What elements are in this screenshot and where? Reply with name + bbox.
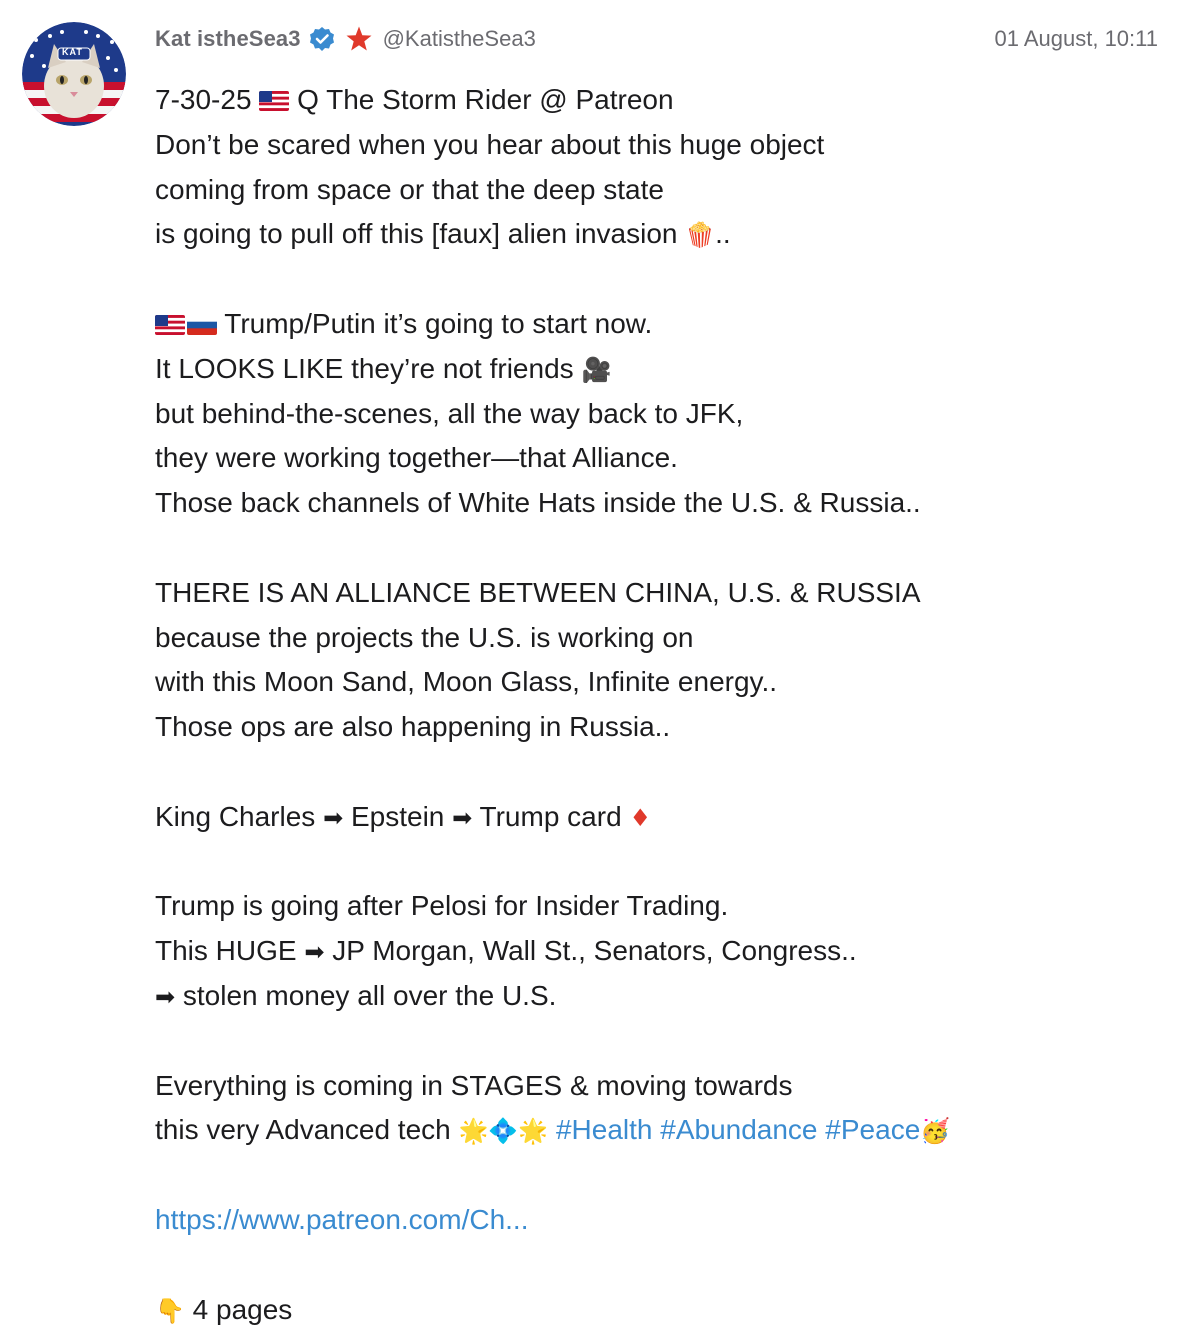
- body-line: Those back channels of White Hats inside…: [155, 487, 921, 519]
- body-text: JP Morgan, Wall St., Senators, Congress.…: [324, 935, 857, 967]
- avatar[interactable]: KAT: [22, 22, 126, 126]
- body-line: because the projects the U.S. is working…: [155, 621, 694, 653]
- body-text: stolen money all over the U.S.: [175, 979, 557, 1011]
- us-flag-icon: [155, 314, 185, 335]
- body-line: Everything is coming in STAGES & moving …: [155, 1069, 793, 1101]
- hashtag-health[interactable]: #Health: [556, 1114, 653, 1145]
- patreon-link[interactable]: https://www.patreon.com/Ch...: [155, 1204, 529, 1235]
- pages-count: 4 pages: [184, 1293, 293, 1325]
- body-line: King Charles ➡ Epstein ➡ Trump card ♦: [155, 795, 1155, 840]
- body-line: Those ops are also happening in Russia..: [155, 711, 671, 743]
- hashtag-abundance[interactable]: #Abundance: [660, 1114, 817, 1145]
- hashtag-peace[interactable]: #Peace: [825, 1114, 920, 1145]
- body-text: Trump card: [472, 800, 630, 832]
- body-line: coming from space or that the deep state: [155, 173, 664, 205]
- body-text: Trump/Putin it’s going to start now.: [217, 307, 653, 339]
- body-text: this very Advanced tech: [155, 1114, 459, 1146]
- body-text: ..: [715, 218, 731, 250]
- movie-camera-emoji-icon: 🎥: [581, 355, 612, 384]
- sparkle-star-emoji-icon: 🌟💠🌟: [458, 1117, 549, 1146]
- right-arrow-icon: ➡: [323, 803, 344, 832]
- pointing-down-emoji-icon: 👇: [155, 1296, 185, 1325]
- popcorn-emoji-icon: 🍿: [685, 221, 716, 250]
- body-text: It LOOKS LIKE they’re not friends: [155, 352, 582, 384]
- right-arrow-icon: ➡: [155, 982, 176, 1011]
- body-text: Epstein: [343, 800, 453, 832]
- right-arrow-icon: ➡: [452, 803, 473, 832]
- body-line: ➡ stolen money all over the U.S.: [155, 974, 1155, 1019]
- body-line: but behind-the-scenes, all the way back …: [155, 397, 744, 429]
- body-line: It LOOKS LIKE they’re not friends 🎥: [155, 347, 1155, 392]
- body-line: THERE IS AN ALLIANCE BETWEEN CHINA, U.S.…: [155, 576, 921, 608]
- party-face-emoji-icon: 🥳: [920, 1117, 951, 1146]
- body-line: 7-30-25 Q The Storm Rider @ Patreon: [155, 78, 1155, 123]
- post-body: 7-30-25 Q The Storm Rider @ Patreon Don’…: [155, 78, 1155, 1332]
- red-diamond-icon: ♦: [629, 803, 651, 832]
- us-flag-icon: [259, 91, 290, 111]
- post-timestamp[interactable]: 01 August, 10:11: [994, 26, 1158, 52]
- body-line: Trump/Putin it’s going to start now.: [155, 302, 1155, 347]
- body-text: is going to pull off this [faux] alien i…: [155, 218, 686, 250]
- body-text: 7-30-25: [155, 84, 260, 115]
- body-line: with this Moon Sand, Moon Glass, Infinit…: [155, 666, 778, 698]
- body-line: Trump is going after Pelosi for Insider …: [155, 890, 729, 922]
- body-line: Don’t be scared when you hear about this…: [155, 128, 825, 160]
- body-line: they were working together—that Alliance…: [155, 442, 678, 474]
- avatar-badge-text: KAT: [62, 47, 83, 57]
- body-line: 👇 4 pages: [155, 1288, 1155, 1333]
- body-text: Q The Storm Rider @ Patreon: [289, 84, 674, 115]
- author-handle[interactable]: @KatistheSea3: [383, 26, 536, 52]
- avatar-image: [22, 22, 126, 126]
- body-text: This HUGE: [155, 935, 305, 967]
- author-display-name[interactable]: Kat istheSea3: [155, 26, 301, 52]
- body-line: This HUGE ➡ JP Morgan, Wall St., Senator…: [155, 929, 1155, 974]
- verified-check-icon: [309, 26, 335, 52]
- body-text: King Charles: [155, 800, 324, 832]
- body-line: this very Advanced tech 🌟💠🌟 #Health #Abu…: [155, 1108, 1155, 1153]
- right-arrow-icon: ➡: [304, 938, 325, 967]
- russia-flag-icon: [187, 314, 217, 335]
- post-card: KAT Kat istheSea3 @KatistheSea3 01 Augus…: [0, 0, 1186, 1344]
- red-star-icon: [345, 25, 373, 53]
- post-header: Kat istheSea3 @KatistheSea3 01 August, 1…: [155, 22, 1158, 56]
- body-line: https://www.patreon.com/Ch...: [155, 1198, 1155, 1243]
- body-line: is going to pull off this [faux] alien i…: [155, 212, 1155, 257]
